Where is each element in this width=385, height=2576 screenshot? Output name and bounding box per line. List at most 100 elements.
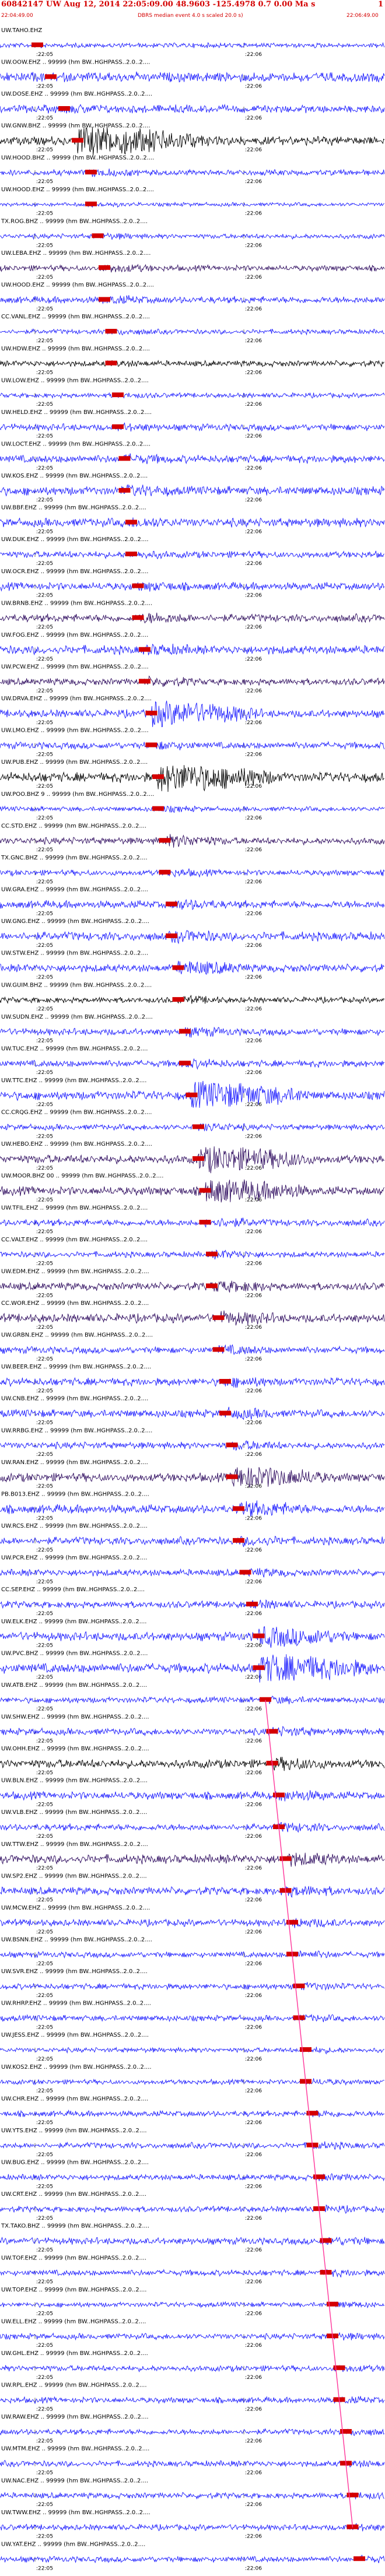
time-tick-label: :22:06 [245,2024,262,2030]
time-tick-label: :22:05 [36,1229,53,1235]
time-tick-label: :22:06 [245,2216,262,2221]
time-tick-label: :22:06 [245,657,262,662]
time-tick-label: :22:05 [36,1961,53,1967]
phase-pick-marker [118,456,131,461]
phase-pick-marker [273,1792,285,1798]
phase-pick-marker [166,901,177,907]
trace-label: UW.TTC.EHZ .. 99999 (hm BW..HGHPASS..2.0… [1,1078,146,1084]
seismogram-trace [0,581,385,592]
seismogram-trace [0,1179,385,1203]
trace-label: UW.GNW.BHZ .. 99999 (hm BW..HGHPASS..2.0… [1,123,150,129]
time-tick-label: :22:06 [245,2248,262,2254]
trace-label: UW.TUC.EHZ .. 99999 (hm BW..HGHPASS..2.0… [1,1045,148,1052]
time-tick-label: :22:05 [36,1738,53,1744]
phase-pick-marker [327,2301,338,2307]
seismogram-trace [0,2396,385,2405]
phase-pick-marker [219,1410,231,1416]
seismogram-trace [0,1726,385,1736]
time-tick-label: :22:05 [36,1198,53,1203]
time-tick-label: :22:05 [36,816,53,822]
time-tick-label: :22:05 [36,2311,53,2317]
time-tick-label: :22:06 [245,2406,262,2412]
time-tick-label: :22:06 [245,1102,262,1108]
phase-pick-marker [172,965,184,970]
trace-label: UW.GRA.EHZ .. 99999 (hm BW..HGHPASS..2.0… [1,887,148,893]
seismogram-trace [0,2301,385,2308]
trace-label: UW.MTM.EHZ .. 99999 (hm BW..HGHPASS..2.0… [1,2446,149,2452]
time-tick-label: :22:06 [245,83,262,89]
time-tick-label: :22:06 [245,1006,262,1012]
time-tick-label: :22:05 [36,1897,53,1903]
time-tick-label: :22:06 [245,306,262,312]
time-tick-label: :22:06 [245,1579,262,1585]
phase-pick-marker [199,1220,211,1225]
seismogram-trace [0,2554,385,2563]
time-tick-label: :22:06 [245,1643,262,1649]
time-tick-label: :22:06 [245,1707,262,1712]
trace-label: UW.OOW.EHZ .. 99999 (hm BW..HGHPASS..2.0… [1,59,150,66]
seismogram-trace [0,1696,385,1705]
time-tick-label: :22:05 [36,497,53,503]
trace-label: UW.GHL.EHZ .. 99999 (hm BW..HGHPASS..2.0… [1,2350,148,2357]
phase-pick-marker [85,201,97,206]
phase-pick-marker [300,2047,312,2052]
trace-label: UW.PVC.BHZ .. 99999 (hm BW..HGHPASS..2.0… [1,1650,148,1656]
phase-pick-marker [145,710,158,715]
time-tick-label: :22:05 [36,1802,53,1808]
seismogram-trace [0,1467,385,1487]
time-tick-label: :22:05 [36,1293,53,1298]
time-tick-label: :22:05 [36,784,53,789]
time-tick-label: :22:06 [245,943,262,949]
trace-label: UW.YAT.EHZ .. 99999 (hm BW..HGHPASS..2.0… [1,2541,145,2547]
trace-label: UW.LOW.EHZ .. 99999 (hm BW..HGHPASS..2.0… [1,377,149,384]
trace-label: UW.ELL.EHZ .. 99999 (hm BW..HGHPASS..2.0… [1,2318,146,2325]
seismogram-trace [0,995,385,1004]
seismogram-trace [0,422,385,432]
time-tick-label: :22:06 [245,1834,262,1840]
seismogram-trace [0,960,385,975]
time-tick-label: :22:05 [36,2343,53,2349]
seismogram-trace [0,264,385,273]
trace-label: UW.HEBO.EHZ .. 99999 (hm BW..HGHPASS..2.… [1,1141,152,1147]
seismogram-trace [0,232,385,240]
time-tick-label: :22:05 [36,2279,53,2285]
trace-label: UW.HDW.EHZ .. 99999 (hm BW..HGHPASS..2.0… [1,346,150,352]
phase-pick-marker [132,615,144,620]
seismogram-trace [0,612,385,624]
time-tick-label: :22:05 [36,593,53,599]
time-tick-label: :22:05 [36,83,53,89]
trace-label: UW.RRBG.EHZ .. 99999 (hm BW..HGHPASS..2.… [1,1427,152,1434]
time-tick-label: :22:05 [36,1834,53,1840]
trace-label: UW.RAN.EHZ .. 99999 (hm BW..HGHPASS..2.0… [1,1459,148,1466]
seismogram-trace [0,517,385,528]
time-tick-label: :22:05 [36,2438,53,2444]
seismogram-trace [0,929,385,945]
phase-pick-marker [152,806,164,811]
trace-label: UW.MCW.EHZ .. 99999 (hm BW..HGHPASS..2.0… [1,1905,150,1911]
seismogram-trace [0,201,385,208]
time-tick-label: :22:05 [36,1070,53,1076]
phase-pick-marker [166,933,177,938]
trace-label: UW.PCW.EHZ .. 99999 (hm BW..HGHPASS..2.0… [1,664,149,671]
trace-label: UW.KOS2.EHZ .. 99999 (hm BW..HGHPASS..2.… [1,2064,152,2070]
trace-label: UW.TOF.EHZ .. 99999 (hm BW..HGHPASS..2.0… [1,2255,146,2261]
time-tick-label: :22:05 [36,1261,53,1267]
trace-label: UW.BRNB.EHZ .. 99999 (hm BW..HGHPASS..2.… [1,600,152,606]
phase-pick-marker [226,1474,238,1479]
seismogram-trace [0,1568,385,1578]
phase-pick-marker [279,1856,292,1861]
phase-pick-marker [99,265,110,270]
time-tick-label: :22:06 [245,816,262,822]
trace-label: UW.SVR.EHZ .. 99999 (hm BW..HGHPASS..2.0… [1,1968,148,1975]
time-tick-label: :22:06 [245,688,262,694]
time-tick-label: :22:05 [36,338,53,344]
time-tick-label: :22:05 [36,1643,53,1649]
phase-pick-marker [253,1633,265,1638]
trace-label: UW.RAW.EHZ .. 99999 (hm BW..HGHPASS..2.0… [1,2414,149,2420]
trace-label: UW.DOSE.EHZ .. 99999 (hm BW..HGHPASS..2.… [1,91,152,97]
time-tick-label: :22:05 [36,179,53,185]
trace-label: UW.BLN.EHZ .. 99999 (hm BW..HGHPASS..2.0… [1,1778,148,1784]
trace-label: UW.LEBA.EHZ .. 99999 (hm BW..HGHPASS..2.… [1,250,150,257]
time-tick-label: :22:05 [36,2089,53,2094]
phase-pick-marker [58,106,70,111]
